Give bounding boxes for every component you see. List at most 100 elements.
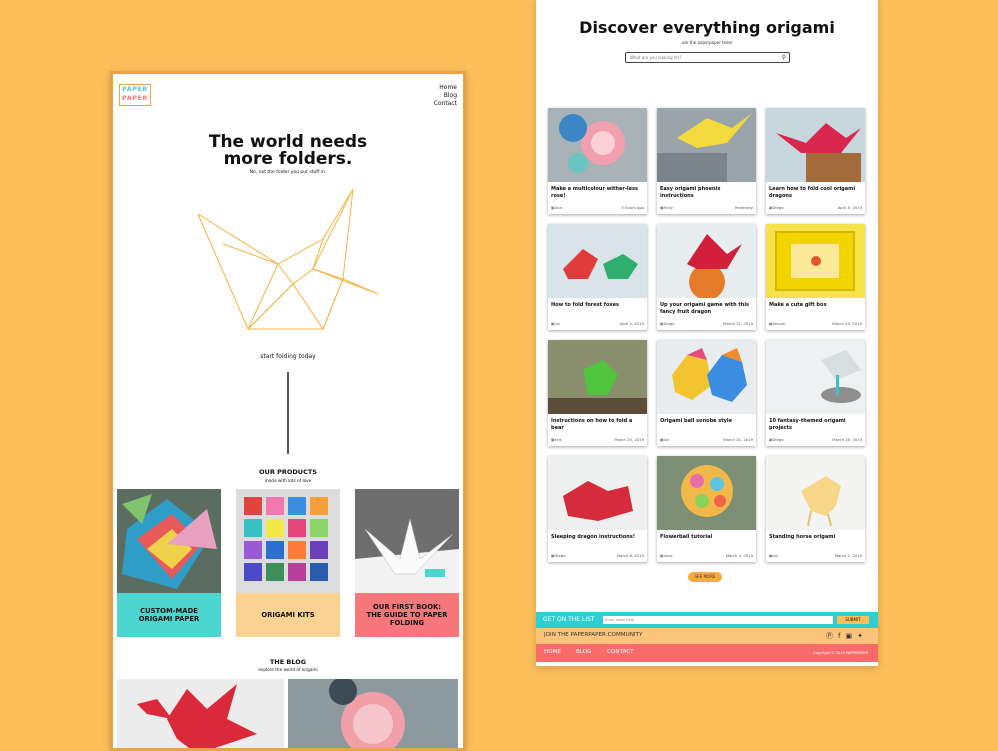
pinterest-icon[interactable]: Ⓟ xyxy=(826,632,838,640)
article-title: Make a cute gift box xyxy=(769,302,827,308)
search-input[interactable]: What are you looking for? xyxy=(630,55,682,60)
article-image-fantasy xyxy=(766,340,865,414)
newsletter-bar: GET ON THE LIST Enter email here SUBMIT xyxy=(536,612,878,628)
product-label-book: OUR FIRST BOOK: THE GUIDE TO PAPER FOLDI… xyxy=(355,593,459,637)
article-card[interactable]: How to fold forest foxes Jun April 2, 201… xyxy=(548,224,647,330)
article-card[interactable]: Make a cute gift box Seojun March 29, 201… xyxy=(766,224,865,330)
article-date: March 31, 2019 xyxy=(723,321,753,326)
blog-image-rose[interactable] xyxy=(288,679,458,751)
article-image-gift-box xyxy=(766,224,865,298)
product-image-paper xyxy=(117,489,221,593)
article-title: Up your origami game with this fancy fru… xyxy=(660,302,750,315)
article-image-flowerball xyxy=(657,456,756,530)
article-card[interactable]: Up your origami game with this fancy fru… xyxy=(657,224,756,330)
article-author: Holly xyxy=(660,205,674,210)
product-card-kits[interactable]: ORIGAMI KITS xyxy=(236,489,340,637)
blog-image-dragon[interactable] xyxy=(117,679,284,751)
blog-page-title: Discover everything origami xyxy=(579,18,835,37)
article-author: Erik xyxy=(551,437,562,442)
article-image-horse xyxy=(766,456,865,530)
footer-link-home[interactable]: HOME xyxy=(544,649,561,655)
article-image-foxes xyxy=(548,224,647,298)
article-title: Make a multicolour wither-less rose! xyxy=(551,186,638,199)
newsletter-email-input[interactable]: Enter email here xyxy=(603,616,833,624)
search-field[interactable]: What are you looking for? ⚲ xyxy=(625,52,790,63)
article-card[interactable]: Sleeping dragon instructions! Diego March… xyxy=(548,456,647,562)
article-image-phoenix xyxy=(657,108,756,182)
logo[interactable]: PAPER PAPER xyxy=(119,84,151,106)
article-author: Diego xyxy=(660,321,675,326)
article-image-sleeping-dragon xyxy=(548,456,647,530)
article-date: March 8, 2019 xyxy=(616,553,644,558)
article-date: March 29, 2019 xyxy=(832,321,862,326)
products-title: OUR PRODUCTS xyxy=(259,468,317,476)
copyright: Copyright © 2019 PAPERPAPER xyxy=(813,651,868,655)
twitter-icon[interactable]: ✦ xyxy=(857,632,868,640)
article-date: 5 hours ago xyxy=(621,205,644,210)
article-title: How to fold forest foxes xyxy=(551,302,619,308)
start-folding-link[interactable]: start folding today xyxy=(113,353,463,360)
article-author: Jun xyxy=(551,321,561,326)
community-label: JOIN THE PAPERPAPER COMMUNITY xyxy=(544,632,643,638)
article-card[interactable]: Origami ball sonobe style Jun March 20, 2… xyxy=(657,340,756,446)
article-date: April 2, 2019 xyxy=(619,321,644,326)
crane-illustration xyxy=(197,188,379,331)
product-card-book[interactable]: OUR FIRST BOOK: THE GUIDE TO PAPER FOLDI… xyxy=(355,489,459,637)
article-author: Jun xyxy=(769,553,779,558)
community-bar: JOIN THE PAPERPAPER COMMUNITY Ⓟf▣✦ xyxy=(536,628,878,644)
nav-blog[interactable]: Blog xyxy=(434,92,457,100)
article-card[interactable]: Make a multicolour wither-less rose! Ana… xyxy=(548,108,647,214)
product-card-paper[interactable]: CUSTOM-MADE ORIGAMI PAPER xyxy=(117,489,221,637)
blog-title: THE BLOG xyxy=(269,658,307,666)
divider-line xyxy=(287,372,289,454)
article-date: March 16, 2019 xyxy=(832,437,862,442)
article-date: April 8, 2019 xyxy=(837,205,862,210)
logo-text-bottom: PAPER xyxy=(122,94,148,102)
article-card[interactable]: Instructions on how to fold a bear Erik M… xyxy=(548,340,647,446)
footer-link-contact[interactable]: CONTACT xyxy=(607,649,634,655)
article-image-dragon xyxy=(766,108,865,182)
homepage-mockup: PAPER PAPER Home Blog Contact The world … xyxy=(110,71,466,751)
article-author: Diego xyxy=(769,437,784,442)
article-author: Imaz xyxy=(660,553,673,558)
article-card[interactable]: Standing horse origami Jun March 2, 2019 xyxy=(766,456,865,562)
article-author: Diego xyxy=(769,205,784,210)
nav-home[interactable]: Home xyxy=(434,84,457,92)
product-image-book xyxy=(355,489,459,593)
instagram-icon[interactable]: ▣ xyxy=(846,632,858,640)
article-image-fruit-dragon xyxy=(657,224,756,298)
newsletter-submit-button[interactable]: SUBMIT xyxy=(837,616,869,624)
footer-bar: HOME BLOG CONTACT Copyright © 2019 PAPER… xyxy=(536,644,878,662)
article-title: Origami ball sonobe style xyxy=(660,418,733,424)
article-title: Learn how to fold cool origami dragons xyxy=(769,186,856,199)
blog-subtitle: explore the world of origami xyxy=(258,667,318,672)
article-date: Yesterday xyxy=(734,205,753,210)
article-title: Standing horse origami xyxy=(769,534,836,540)
article-card[interactable]: Flowerball tutorial Imaz March 4, 2019 xyxy=(657,456,756,562)
hero-title-line2: more folders. xyxy=(223,149,353,169)
article-title: 10 fantasy-themed origami projects xyxy=(769,418,846,431)
article-author: Diego xyxy=(551,553,566,558)
article-author: Jun xyxy=(660,437,670,442)
see-more-button[interactable]: SEE MORE xyxy=(688,572,722,582)
hero-title: The world needs more folders. xyxy=(113,134,463,168)
product-label-paper: CUSTOM-MADE ORIGAMI PAPER xyxy=(117,593,221,637)
facebook-icon[interactable]: f xyxy=(838,632,845,640)
nav-contact[interactable]: Contact xyxy=(434,100,457,108)
footer-link-blog[interactable]: BLOG xyxy=(576,649,592,655)
article-author: Seojun xyxy=(769,321,786,326)
article-title: Flowerball tutorial xyxy=(660,534,713,540)
product-image-kits xyxy=(236,489,340,593)
article-card[interactable]: Easy origami phoenix instructions Holly Y… xyxy=(657,108,756,214)
article-title: Easy origami phoenix instructions xyxy=(660,186,721,199)
article-card[interactable]: 10 fantasy-themed origami projects Diego… xyxy=(766,340,865,446)
article-date: March 4, 2019 xyxy=(725,553,753,558)
article-date: March 20, 2019 xyxy=(723,437,753,442)
blog-page-subtitle: ask the paperpaper team xyxy=(681,40,733,45)
logo-text-top: PAPER xyxy=(122,85,148,93)
search-icon[interactable]: ⚲ xyxy=(782,54,786,61)
article-image-sonobe-ball xyxy=(657,340,756,414)
article-author: Ana xyxy=(551,205,562,210)
product-label-kits: ORIGAMI KITS xyxy=(236,593,340,637)
article-card[interactable]: Learn how to fold cool origami dragons D… xyxy=(766,108,865,214)
